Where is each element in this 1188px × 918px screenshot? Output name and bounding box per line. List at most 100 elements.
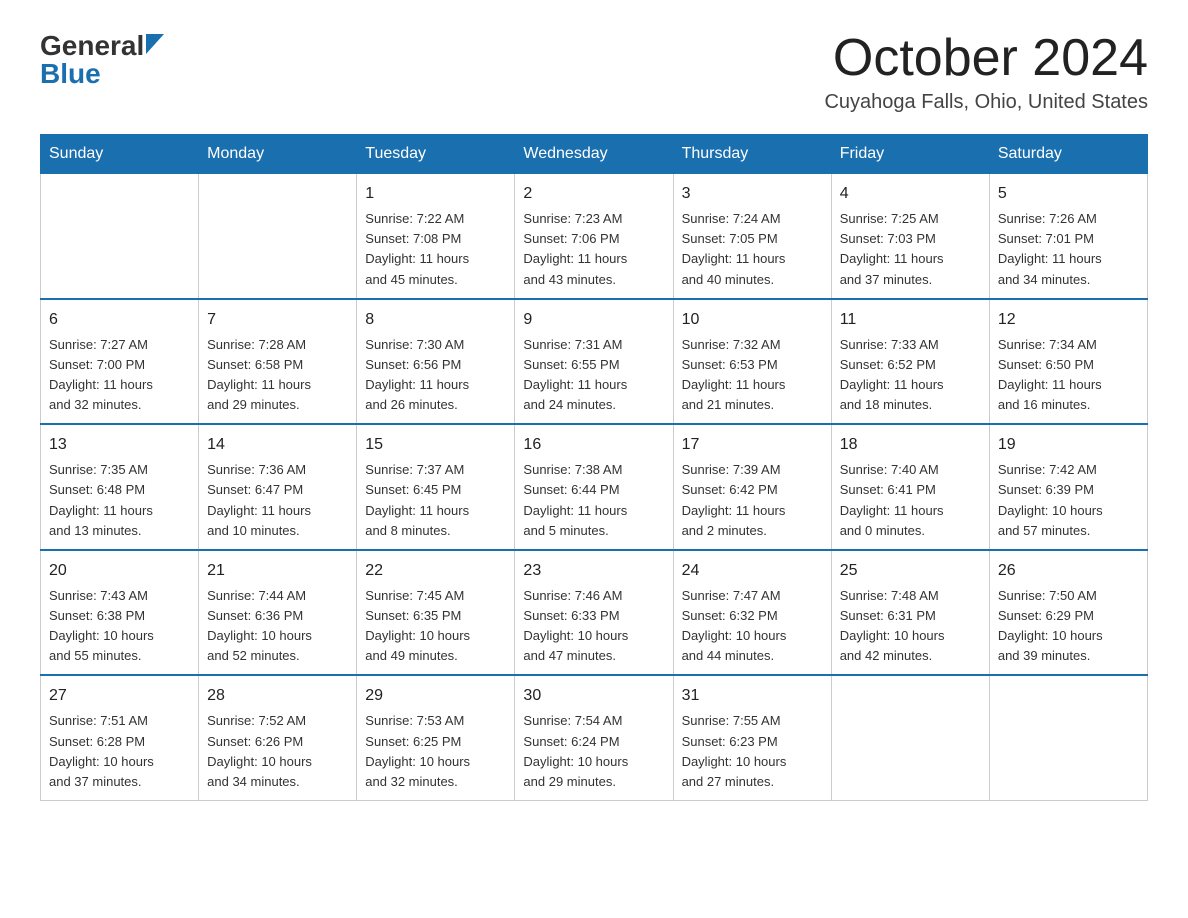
day-info: Sunrise: 7:46 AM Sunset: 6:33 PM Dayligh… [523, 586, 664, 667]
calendar-cell: 11 Sunrise: 7:33 AM Sunset: 6:52 PM Dayli… [831, 299, 989, 425]
day-number: 4 [840, 182, 981, 206]
calendar-table: SundayMondayTuesdayWednesdayThursdayFrid… [40, 134, 1148, 801]
calendar-cell: 21Sunrise: 7:44 AM Sunset: 6:36 PM Dayli… [199, 550, 357, 676]
day-info: Sunrise: 7:45 AM Sunset: 6:35 PM Dayligh… [365, 586, 506, 667]
calendar-cell: 18 Sunrise: 7:40 AM Sunset: 6:41 PM Dayli… [831, 424, 989, 550]
day-info: Sunrise: 7:36 AM Sunset: 6:47 PM Dayligh… [207, 460, 348, 541]
calendar-cell: 13Sunrise: 7:35 AM Sunset: 6:48 PM Dayli… [41, 424, 199, 550]
day-number: 9 [523, 308, 664, 332]
calendar-cell: 28 Sunrise: 7:52 AM Sunset: 6:26 PM Dayli… [199, 675, 357, 800]
month-title: October 2024 [824, 30, 1148, 87]
col-header-sunday: Sunday [41, 135, 199, 174]
day-info: Sunrise: 7:55 AM Sunset: 6:23 PM Dayligh… [682, 711, 823, 792]
day-number: 18 [840, 433, 981, 457]
day-number: 3 [682, 182, 823, 206]
calendar-cell: 15 Sunrise: 7:37 AM Sunset: 6:45 PM Dayli… [357, 424, 515, 550]
day-info: Sunrise: 7:40 AM Sunset: 6:41 PM Dayligh… [840, 460, 981, 541]
calendar-cell: 29 Sunrise: 7:53 AM Sunset: 6:25 PM Dayli… [357, 675, 515, 800]
day-number: 15 [365, 433, 506, 457]
day-info: Sunrise: 7:37 AM Sunset: 6:45 PM Dayligh… [365, 460, 506, 541]
day-number: 24 [682, 559, 823, 583]
calendar-week-row: 6Sunrise: 7:27 AM Sunset: 7:00 PM Daylig… [41, 299, 1148, 425]
col-header-thursday: Thursday [673, 135, 831, 174]
day-number: 2 [523, 182, 664, 206]
title-section: October 2024 Cuyahoga Falls, Ohio, Unite… [824, 30, 1148, 114]
day-number: 26 [998, 559, 1139, 583]
day-info: Sunrise: 7:48 AM Sunset: 6:31 PM Dayligh… [840, 586, 981, 667]
calendar-cell: 6Sunrise: 7:27 AM Sunset: 7:00 PM Daylig… [41, 299, 199, 425]
day-number: 30 [523, 684, 664, 708]
day-info: Sunrise: 7:34 AM Sunset: 6:50 PM Dayligh… [998, 335, 1139, 416]
calendar-header-row: SundayMondayTuesdayWednesdayThursdayFrid… [41, 135, 1148, 174]
calendar-week-row: 1 Sunrise: 7:22 AM Sunset: 7:08 PM Daylig… [41, 174, 1148, 299]
day-info: Sunrise: 7:47 AM Sunset: 6:32 PM Dayligh… [682, 586, 823, 667]
day-number: 17 [682, 433, 823, 457]
col-header-friday: Friday [831, 135, 989, 174]
day-number: 20 [49, 559, 190, 583]
day-number: 19 [998, 433, 1139, 457]
calendar-cell: 14 Sunrise: 7:36 AM Sunset: 6:47 PM Dayli… [199, 424, 357, 550]
calendar-cell: 2 Sunrise: 7:23 AM Sunset: 7:06 PM Daylig… [515, 174, 673, 299]
day-info: Sunrise: 7:50 AM Sunset: 6:29 PM Dayligh… [998, 586, 1139, 667]
calendar-cell: 27 Sunrise: 7:51 AM Sunset: 6:28 PM Dayli… [41, 675, 199, 800]
day-info: Sunrise: 7:39 AM Sunset: 6:42 PM Dayligh… [682, 460, 823, 541]
day-number: 29 [365, 684, 506, 708]
day-number: 23 [523, 559, 664, 583]
calendar-cell [989, 675, 1147, 800]
day-info: Sunrise: 7:52 AM Sunset: 6:26 PM Dayligh… [207, 711, 348, 792]
calendar-cell: 22 Sunrise: 7:45 AM Sunset: 6:35 PM Dayli… [357, 550, 515, 676]
day-info: Sunrise: 7:33 AM Sunset: 6:52 PM Dayligh… [840, 335, 981, 416]
day-info: Sunrise: 7:54 AM Sunset: 6:24 PM Dayligh… [523, 711, 664, 792]
calendar-cell: 5Sunrise: 7:26 AM Sunset: 7:01 PM Daylig… [989, 174, 1147, 299]
logo: General Blue [40, 30, 164, 90]
day-info: Sunrise: 7:26 AM Sunset: 7:01 PM Dayligh… [998, 209, 1139, 290]
day-number: 25 [840, 559, 981, 583]
location-title: Cuyahoga Falls, Ohio, United States [824, 91, 1148, 114]
day-info: Sunrise: 7:51 AM Sunset: 6:28 PM Dayligh… [49, 711, 190, 792]
day-number: 28 [207, 684, 348, 708]
day-number: 7 [207, 308, 348, 332]
day-number: 27 [49, 684, 190, 708]
col-header-tuesday: Tuesday [357, 135, 515, 174]
day-number: 8 [365, 308, 506, 332]
calendar-cell: 23 Sunrise: 7:46 AM Sunset: 6:33 PM Dayli… [515, 550, 673, 676]
day-info: Sunrise: 7:35 AM Sunset: 6:48 PM Dayligh… [49, 460, 190, 541]
day-number: 1 [365, 182, 506, 206]
calendar-cell: 4 Sunrise: 7:25 AM Sunset: 7:03 PM Daylig… [831, 174, 989, 299]
calendar-cell: 26 Sunrise: 7:50 AM Sunset: 6:29 PM Dayli… [989, 550, 1147, 676]
day-info: Sunrise: 7:42 AM Sunset: 6:39 PM Dayligh… [998, 460, 1139, 541]
day-number: 12 [998, 308, 1139, 332]
day-number: 31 [682, 684, 823, 708]
day-number: 6 [49, 308, 190, 332]
day-info: Sunrise: 7:53 AM Sunset: 6:25 PM Dayligh… [365, 711, 506, 792]
calendar-cell: 1 Sunrise: 7:22 AM Sunset: 7:08 PM Daylig… [357, 174, 515, 299]
logo-arrow-icon [146, 34, 164, 59]
day-number: 16 [523, 433, 664, 457]
calendar-cell: 16Sunrise: 7:38 AM Sunset: 6:44 PM Dayli… [515, 424, 673, 550]
calendar-week-row: 27 Sunrise: 7:51 AM Sunset: 6:28 PM Dayli… [41, 675, 1148, 800]
day-number: 10 [682, 308, 823, 332]
day-number: 22 [365, 559, 506, 583]
day-info: Sunrise: 7:28 AM Sunset: 6:58 PM Dayligh… [207, 335, 348, 416]
day-info: Sunrise: 7:25 AM Sunset: 7:03 PM Dayligh… [840, 209, 981, 290]
col-header-monday: Monday [199, 135, 357, 174]
page-header: General Blue October 2024 Cuyahoga Falls… [40, 30, 1148, 114]
calendar-cell: 24 Sunrise: 7:47 AM Sunset: 6:32 PM Dayli… [673, 550, 831, 676]
calendar-cell: 3Sunrise: 7:24 AM Sunset: 7:05 PM Daylig… [673, 174, 831, 299]
calendar-cell: 30 Sunrise: 7:54 AM Sunset: 6:24 PM Dayli… [515, 675, 673, 800]
calendar-cell [831, 675, 989, 800]
calendar-cell: 31 Sunrise: 7:55 AM Sunset: 6:23 PM Dayli… [673, 675, 831, 800]
calendar-cell: 25 Sunrise: 7:48 AM Sunset: 6:31 PM Dayli… [831, 550, 989, 676]
day-info: Sunrise: 7:32 AM Sunset: 6:53 PM Dayligh… [682, 335, 823, 416]
day-info: Sunrise: 7:23 AM Sunset: 7:06 PM Dayligh… [523, 209, 664, 290]
day-number: 14 [207, 433, 348, 457]
day-info: Sunrise: 7:44 AM Sunset: 6:36 PM Dayligh… [207, 586, 348, 667]
day-number: 11 [840, 308, 981, 332]
calendar-cell: 19 Sunrise: 7:42 AM Sunset: 6:39 PM Dayli… [989, 424, 1147, 550]
day-info: Sunrise: 7:30 AM Sunset: 6:56 PM Dayligh… [365, 335, 506, 416]
calendar-cell: 8 Sunrise: 7:30 AM Sunset: 6:56 PM Daylig… [357, 299, 515, 425]
calendar-cell: 10 Sunrise: 7:32 AM Sunset: 6:53 PM Dayli… [673, 299, 831, 425]
logo-blue-text: Blue [40, 58, 101, 90]
calendar-week-row: 13Sunrise: 7:35 AM Sunset: 6:48 PM Dayli… [41, 424, 1148, 550]
day-info: Sunrise: 7:22 AM Sunset: 7:08 PM Dayligh… [365, 209, 506, 290]
